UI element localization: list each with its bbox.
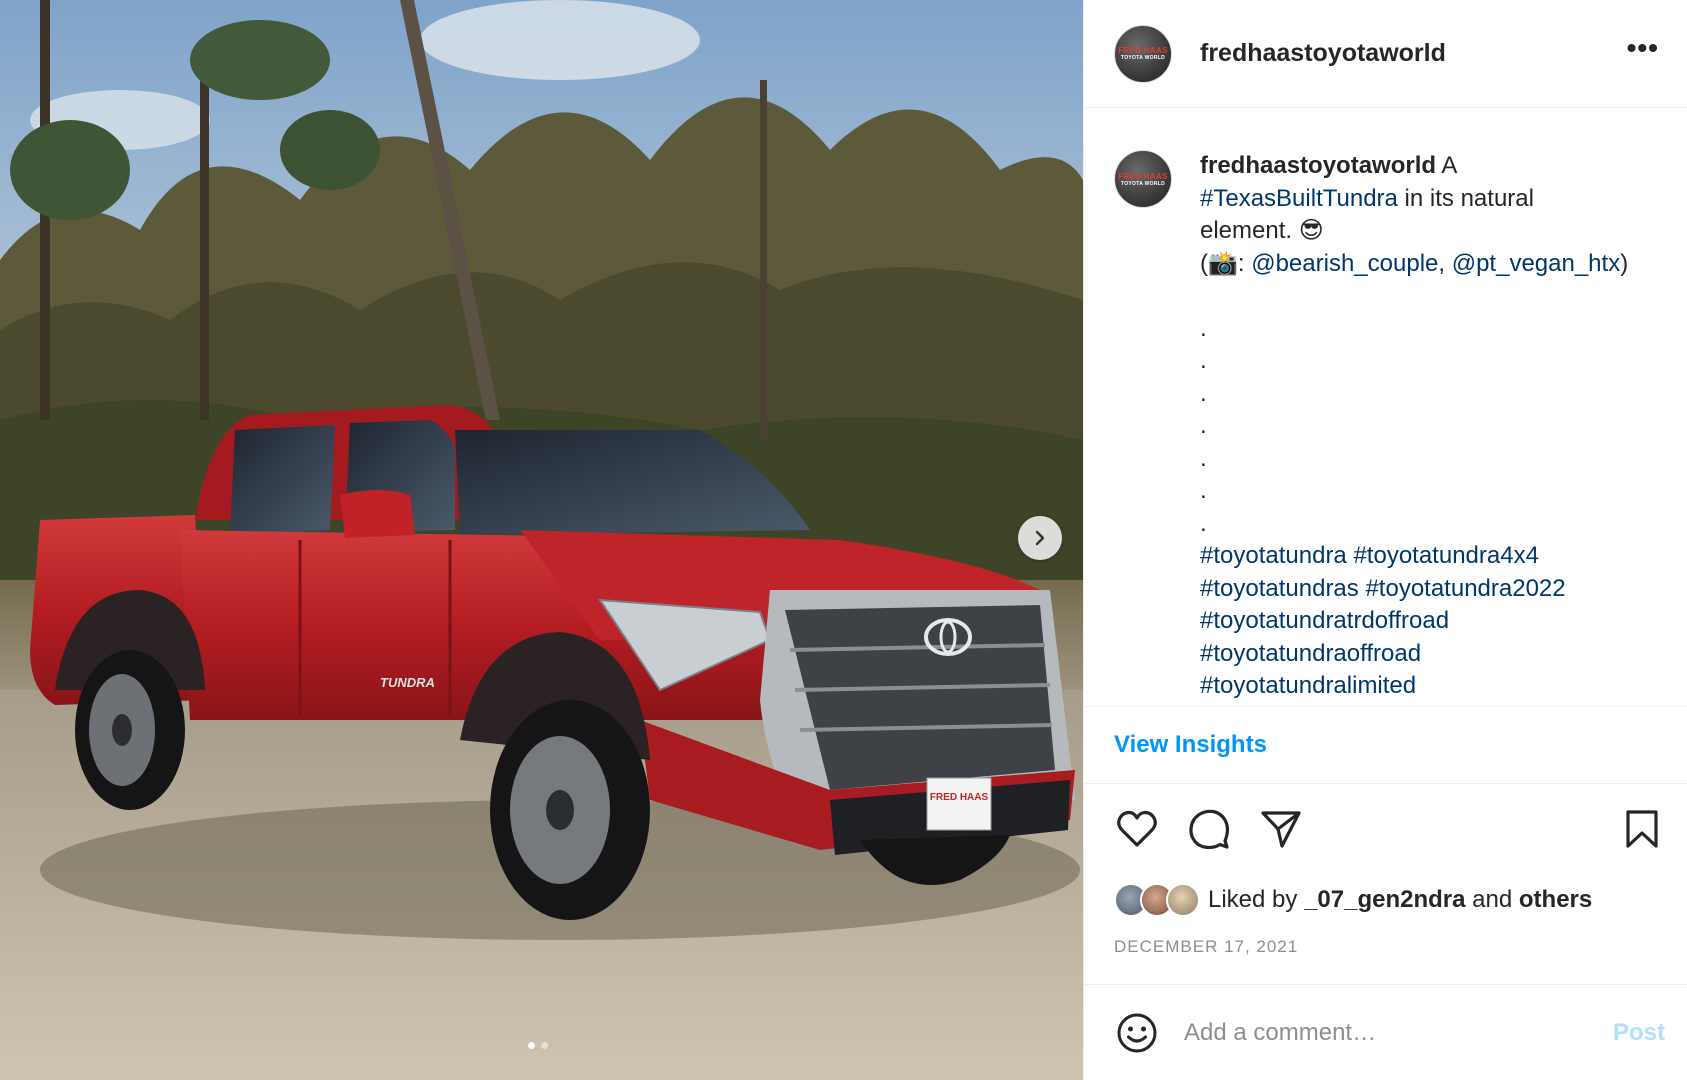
caption-text: fredhaastoyotaworld A #TexasBuiltTundra …: [1200, 150, 1667, 706]
likes-row: Liked by _07_gen2ndra and others: [1084, 874, 1687, 926]
date-row: DECEMBER 17, 2021: [1084, 926, 1687, 968]
paper-plane-icon: [1261, 811, 1301, 848]
credit-close: ): [1620, 249, 1629, 277]
caption-dot: .: [1200, 477, 1207, 504]
liker-username[interactable]: _07_gen2ndra: [1304, 886, 1465, 913]
hashtag-toyotatundra2022[interactable]: #toyotatundra2022: [1365, 575, 1565, 602]
post-comment-button[interactable]: Post: [1613, 1019, 1665, 1047]
hashtag-toyotatundra4x4[interactable]: #toyotatundra4x4: [1353, 542, 1538, 569]
tundra-badge: TUNDRA: [380, 675, 435, 690]
like-button[interactable]: [1114, 806, 1160, 852]
chevron-right-icon: [1035, 530, 1045, 546]
more-options-button[interactable]: •••: [1621, 32, 1665, 76]
caption-dot: .: [1200, 379, 1207, 407]
carousel-indicator: [528, 1042, 548, 1049]
carousel-dot-1: [528, 1042, 535, 1049]
truck-photo: FRED HAAS TUNDRA: [0, 0, 1083, 1080]
insights-row: View Insights: [1084, 706, 1687, 784]
likes-summary: Liked by _07_gen2ndra and others: [1208, 886, 1592, 914]
more-horizontal-icon: •••: [1626, 31, 1659, 63]
hashtag-line-2: #toyotatundras #toyotatundra2022: [1200, 573, 1667, 606]
caption-dot: .: [1200, 509, 1207, 537]
view-insights-link[interactable]: View Insights: [1114, 731, 1267, 759]
comment-input[interactable]: [1184, 1018, 1613, 1047]
share-button[interactable]: [1258, 806, 1304, 852]
smiley-icon: [1117, 1013, 1157, 1052]
caption-dot: .: [1200, 444, 1207, 472]
caption-avatar-logo-top: FRED HAAS: [1118, 171, 1168, 181]
caption-dot: .: [1200, 347, 1207, 374]
hashtag-toyotatundratrdoffroad[interactable]: #toyotatundratrdoffroad: [1200, 607, 1449, 634]
credit-open: (📸:: [1200, 249, 1252, 277]
hashtag-line-3: #toyotatundratrdoffroad: [1200, 605, 1667, 638]
caption-username[interactable]: fredhaastoyotaworld: [1200, 152, 1436, 179]
mention-bearish-couple[interactable]: @bearish_couple: [1251, 250, 1438, 277]
profile-avatar[interactable]: FRED HAAS TOYOTA WORLD: [1114, 24, 1172, 83]
caption-line-2: #TexasBuiltTundra in its natural: [1200, 183, 1667, 216]
hashtag-toyotatundras[interactable]: #toyotatundras: [1200, 575, 1359, 602]
comment-composer: Post: [1084, 984, 1687, 1080]
caption-avatar-logo-bottom: TOYOTA WORLD: [1120, 180, 1166, 187]
post-header: FRED HAAS TOYOTA WORLD fredhaastoyotawor…: [1084, 0, 1687, 108]
likes-middle: and: [1465, 886, 1519, 913]
emoji-button[interactable]: [1114, 1010, 1160, 1056]
header-username[interactable]: fredhaastoyotaworld: [1200, 39, 1621, 68]
caption-dot: .: [1200, 314, 1207, 342]
caption-avatar[interactable]: FRED HAAS TOYOTA WORLD: [1114, 150, 1172, 208]
heart-icon: [1117, 810, 1157, 847]
plate-text: FRED HAAS: [930, 792, 989, 803]
save-button[interactable]: [1619, 806, 1665, 852]
liker-avatars[interactable]: [1114, 883, 1200, 917]
post-media[interactable]: FRED HAAS TUNDRA: [0, 0, 1083, 1080]
caption-dot: .: [1200, 412, 1207, 439]
caption-credit-line: (📸: @bearish_couple, @pt_vegan_htx): [1200, 248, 1667, 281]
hashtag-toyotatundralimited[interactable]: #toyotatundralimited: [1200, 672, 1416, 699]
post-details-panel: FRED HAAS TOYOTA WORLD fredhaastoyotawor…: [1083, 0, 1687, 1080]
caption-text-a: A: [1436, 152, 1458, 179]
caption-section: FRED HAAS TOYOTA WORLD fredhaastoyotawor…: [1084, 108, 1687, 706]
hashtag-toyotatundra[interactable]: #toyotatundra: [1200, 542, 1347, 569]
action-bar: [1084, 784, 1687, 874]
likes-prefix: Liked by: [1208, 886, 1305, 913]
bookmark-icon: [1626, 810, 1658, 848]
hashtag-line-4: #toyotatundraoffroad: [1200, 638, 1667, 671]
instagram-post: FRED HAAS TUNDRA FRED HAAS TOYOTA WORLD …: [0, 0, 1687, 1080]
avatar-logo-bottom: TOYOTA WORLD: [1120, 55, 1166, 61]
hashtag-line-5: #toyotatundralimited: [1200, 670, 1667, 703]
mention-pt-vegan-htx[interactable]: @pt_vegan_htx: [1452, 250, 1620, 277]
likes-others-link[interactable]: others: [1519, 886, 1592, 913]
next-media-button[interactable]: [1018, 516, 1062, 560]
caption-line-1: fredhaastoyotaworld A: [1200, 150, 1667, 183]
hashtag-toyotatundraoffroad[interactable]: #toyotatundraoffroad: [1200, 640, 1421, 667]
hashtag-texasbuilttundra[interactable]: #TexasBuiltTundra: [1200, 185, 1398, 212]
caption-text-b: in its natural: [1397, 184, 1534, 212]
hashtag-line-1: #toyotatundra #toyotatundra4x4: [1200, 540, 1667, 573]
avatar-logo-top: FRED HAAS: [1118, 46, 1168, 55]
caption-text-c: element. 😎: [1200, 217, 1324, 244]
comment-button[interactable]: [1186, 806, 1232, 852]
credit-separator: ,: [1438, 249, 1452, 277]
carousel-dot-2: [541, 1042, 548, 1049]
post-date[interactable]: DECEMBER 17, 2021: [1114, 937, 1298, 957]
comment-bubble-icon: [1189, 809, 1230, 850]
liker-avatar: [1166, 883, 1200, 917]
